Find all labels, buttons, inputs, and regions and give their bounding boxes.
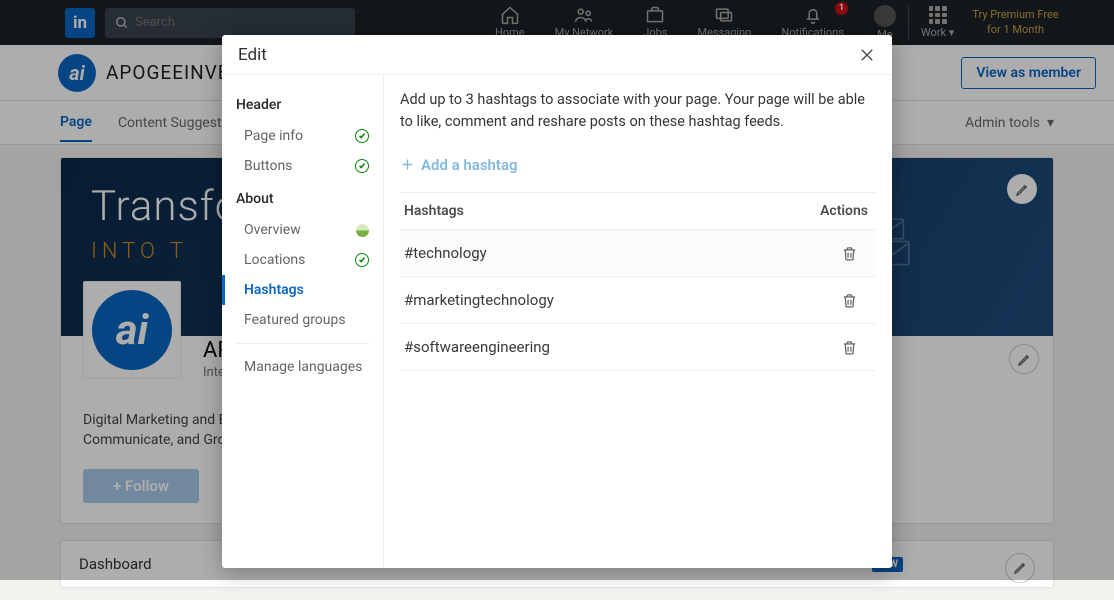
sidebar-item-label: Page info [244, 128, 303, 144]
modal-header: Edit [222, 35, 892, 75]
hashtag-row: #marketingtechnology [400, 277, 876, 324]
sidebar-item-hashtags[interactable]: Hashtags [222, 275, 383, 305]
sidebar-item-manage-languages[interactable]: Manage languages [222, 352, 383, 382]
add-hashtag-button[interactable]: Add a hashtag [400, 156, 518, 174]
sidebar-item-locations[interactable]: Locations [222, 245, 383, 275]
sidebar-item-label: Hashtags [244, 282, 304, 298]
sidebar-divider [236, 343, 369, 344]
sidebar-item-label: Manage languages [244, 359, 362, 375]
modal-title: Edit [238, 45, 267, 65]
hashtags-intro: Add up to 3 hashtags to associate with y… [400, 89, 876, 134]
hashtag-row: #technology [400, 230, 876, 277]
check-icon [355, 253, 369, 267]
sidebar-item-label: Buttons [244, 158, 292, 174]
progress-indicator-icon [356, 224, 369, 237]
modal-sidebar: Header Page info Buttons About Overview … [222, 75, 384, 568]
sidebar-item-featured-groups[interactable]: Featured groups [222, 305, 383, 335]
check-icon [355, 159, 369, 173]
hashtag-value: #marketingtechnology [404, 291, 554, 309]
hashtag-table-header: Hashtags Actions [400, 193, 876, 230]
sidebar-section-header: Header [222, 93, 383, 117]
modal-main: Add up to 3 hashtags to associate with y… [384, 75, 892, 568]
sidebar-section-about: About [222, 187, 383, 211]
add-hashtag-label: Add a hashtag [421, 156, 518, 174]
sidebar-item-overview[interactable]: Overview [222, 215, 383, 245]
col-hashtags: Hashtags [404, 203, 464, 219]
edit-modal: Edit Header Page info Buttons About Over… [222, 35, 892, 568]
hashtag-row: #softwareengineering [400, 324, 876, 371]
check-icon [355, 129, 369, 143]
delete-hashtag-button[interactable] [841, 339, 872, 356]
sidebar-item-page-info[interactable]: Page info [222, 121, 383, 151]
hashtag-value: #softwareengineering [404, 338, 550, 356]
modal-close-button[interactable] [858, 46, 876, 64]
sidebar-item-label: Locations [244, 252, 305, 268]
hashtag-table: Hashtags Actions #technology #marketingt… [400, 192, 876, 371]
sidebar-item-buttons[interactable]: Buttons [222, 151, 383, 181]
trash-icon [841, 339, 858, 356]
plus-icon [400, 157, 415, 172]
trash-icon [841, 245, 858, 262]
close-icon [858, 46, 876, 64]
trash-icon [841, 292, 858, 309]
delete-hashtag-button[interactable] [841, 245, 872, 262]
hashtag-value: #technology [404, 244, 487, 262]
delete-hashtag-button[interactable] [841, 292, 872, 309]
col-actions: Actions [820, 203, 872, 219]
sidebar-item-label: Overview [244, 222, 301, 238]
sidebar-item-label: Featured groups [244, 312, 346, 328]
